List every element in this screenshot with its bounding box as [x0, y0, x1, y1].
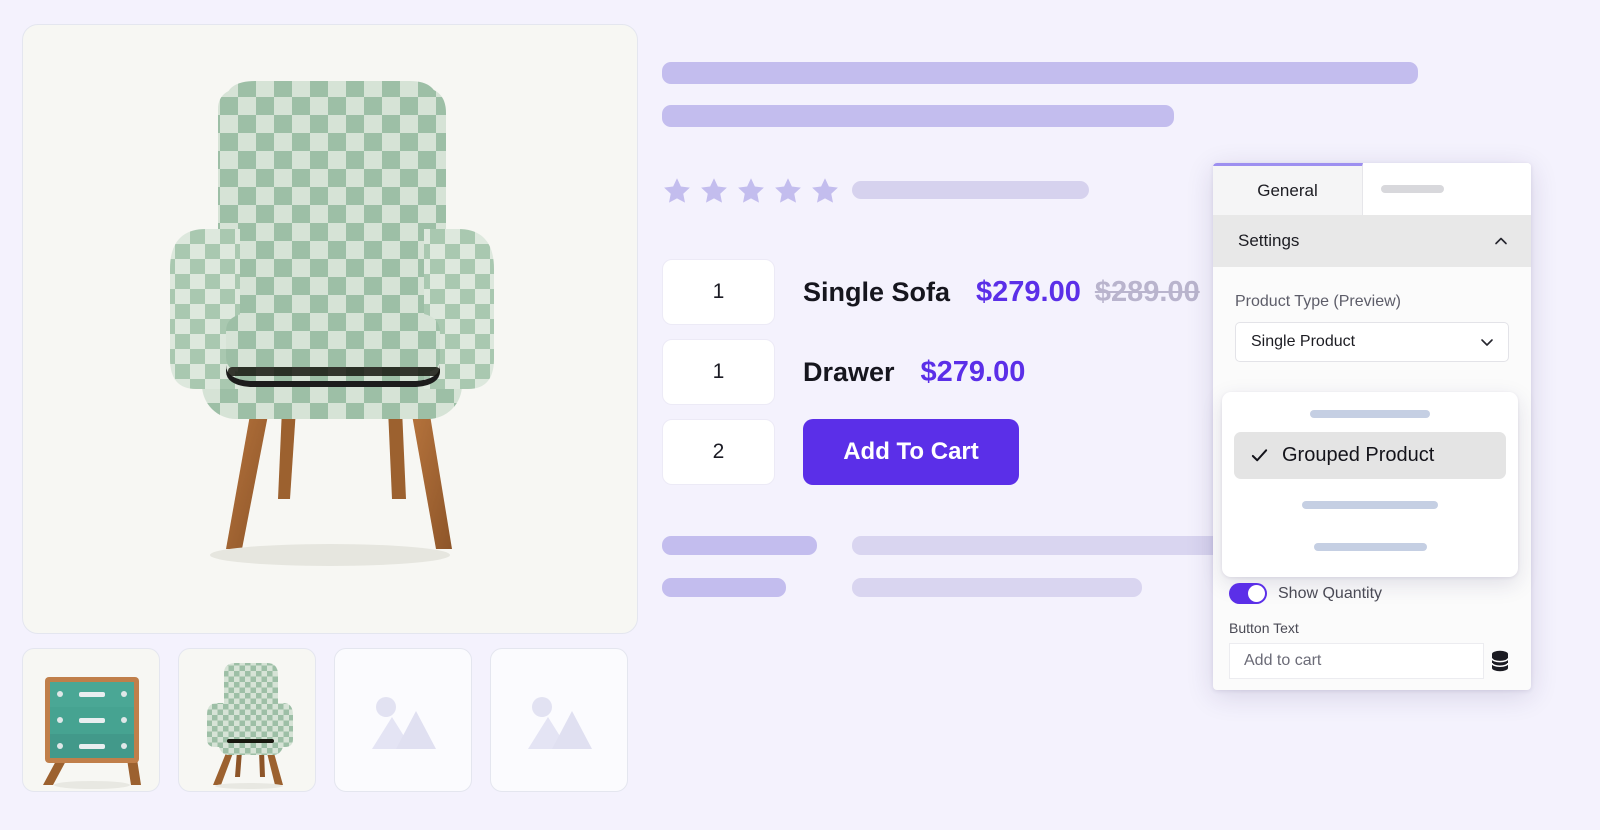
button-text-input[interactable]: Add to cart	[1229, 643, 1484, 679]
image-placeholder-icon	[528, 696, 592, 749]
product-name: Single Sofa	[803, 276, 951, 307]
description-skeleton-right-1	[852, 536, 1242, 555]
product-type-dropdown: Grouped Product	[1222, 392, 1518, 577]
show-quantity-label: Show Quantity	[1278, 584, 1383, 602]
database-icon[interactable]	[1490, 650, 1510, 672]
armchair-svg	[170, 81, 494, 566]
thumbnail-placeholder-2[interactable]	[490, 648, 628, 792]
product-price: $279.00	[920, 355, 1026, 388]
show-quantity-row: Show Quantity	[1229, 583, 1382, 604]
dropdown-option-grouped-product[interactable]: Grouped Product	[1234, 432, 1506, 479]
rating-stars[interactable]	[662, 176, 840, 206]
dropdown-option-skeleton-2[interactable]	[1302, 501, 1438, 509]
add-to-cart-button[interactable]: Add To Cart	[803, 419, 1019, 485]
show-quantity-toggle[interactable]	[1229, 583, 1267, 604]
product-type-select[interactable]: Single Product	[1235, 322, 1509, 362]
chevron-down-icon	[1481, 339, 1493, 346]
dresser-icon	[43, 677, 141, 789]
toggle-knob	[1248, 585, 1265, 602]
tab-general[interactable]: General	[1213, 163, 1363, 215]
product-row: 1 Drawer $279.00	[662, 339, 1200, 405]
title-skeleton	[662, 62, 1418, 84]
tab-label-skeleton	[1381, 185, 1444, 193]
settings-section-title: Settings	[1238, 231, 1300, 250]
main-product-image[interactable]	[22, 24, 638, 634]
star-icon	[775, 178, 801, 203]
thumbnail-strip	[22, 648, 628, 792]
thumbnail-dresser[interactable]	[22, 648, 160, 792]
tab-secondary[interactable]	[1363, 163, 1531, 215]
quantity-input[interactable]: 2	[662, 419, 775, 485]
product-price: $279.00	[976, 275, 1081, 308]
quantity-input[interactable]: 1	[662, 339, 775, 405]
product-rows: 1 Single Sofa $279.00 $289.00 1 Drawer $…	[662, 259, 1200, 499]
check-icon	[1251, 449, 1268, 462]
star-icon	[812, 178, 838, 203]
dropdown-option-skeleton-1[interactable]	[1310, 410, 1430, 418]
subtitle-skeleton	[662, 105, 1174, 127]
image-placeholder-icon	[372, 696, 436, 749]
description-skeleton-left-1	[662, 536, 817, 555]
button-text-label: Button Text	[1229, 620, 1299, 636]
settings-section-header[interactable]: Settings	[1213, 215, 1531, 267]
description-skeleton-left-2	[662, 578, 786, 597]
panel-tabs: General	[1213, 163, 1531, 215]
star-icon	[738, 178, 764, 203]
armchair-illustration	[130, 79, 530, 579]
star-icon	[701, 178, 727, 203]
product-price-original: $289.00	[1094, 275, 1200, 308]
dropdown-option-label: Grouped Product	[1282, 444, 1435, 466]
product-preview-screen: 1 Single Sofa $279.00 $289.00 1 Drawer $…	[0, 0, 1600, 830]
dropdown-option-skeleton-3[interactable]	[1313, 543, 1427, 551]
quantity-input[interactable]: 1	[662, 259, 775, 325]
product-row: 2 Add To Cart	[662, 419, 1200, 485]
description-skeleton-right-2	[852, 578, 1142, 597]
star-icon	[664, 178, 690, 203]
settings-body: Product Type (Preview) Single Product	[1213, 267, 1531, 362]
thumbnail-armchair[interactable]	[178, 648, 316, 792]
armchair-thumb-icon	[207, 663, 293, 789]
review-count-skeleton	[852, 181, 1089, 199]
product-type-value: Single Product	[1251, 333, 1356, 350]
thumbnail-placeholder-1[interactable]	[334, 648, 472, 792]
product-row: 1 Single Sofa $279.00 $289.00	[662, 259, 1200, 325]
product-name: Drawer	[803, 356, 895, 387]
chevron-up-icon	[1495, 237, 1507, 245]
product-type-label: Product Type (Preview)	[1235, 293, 1401, 310]
